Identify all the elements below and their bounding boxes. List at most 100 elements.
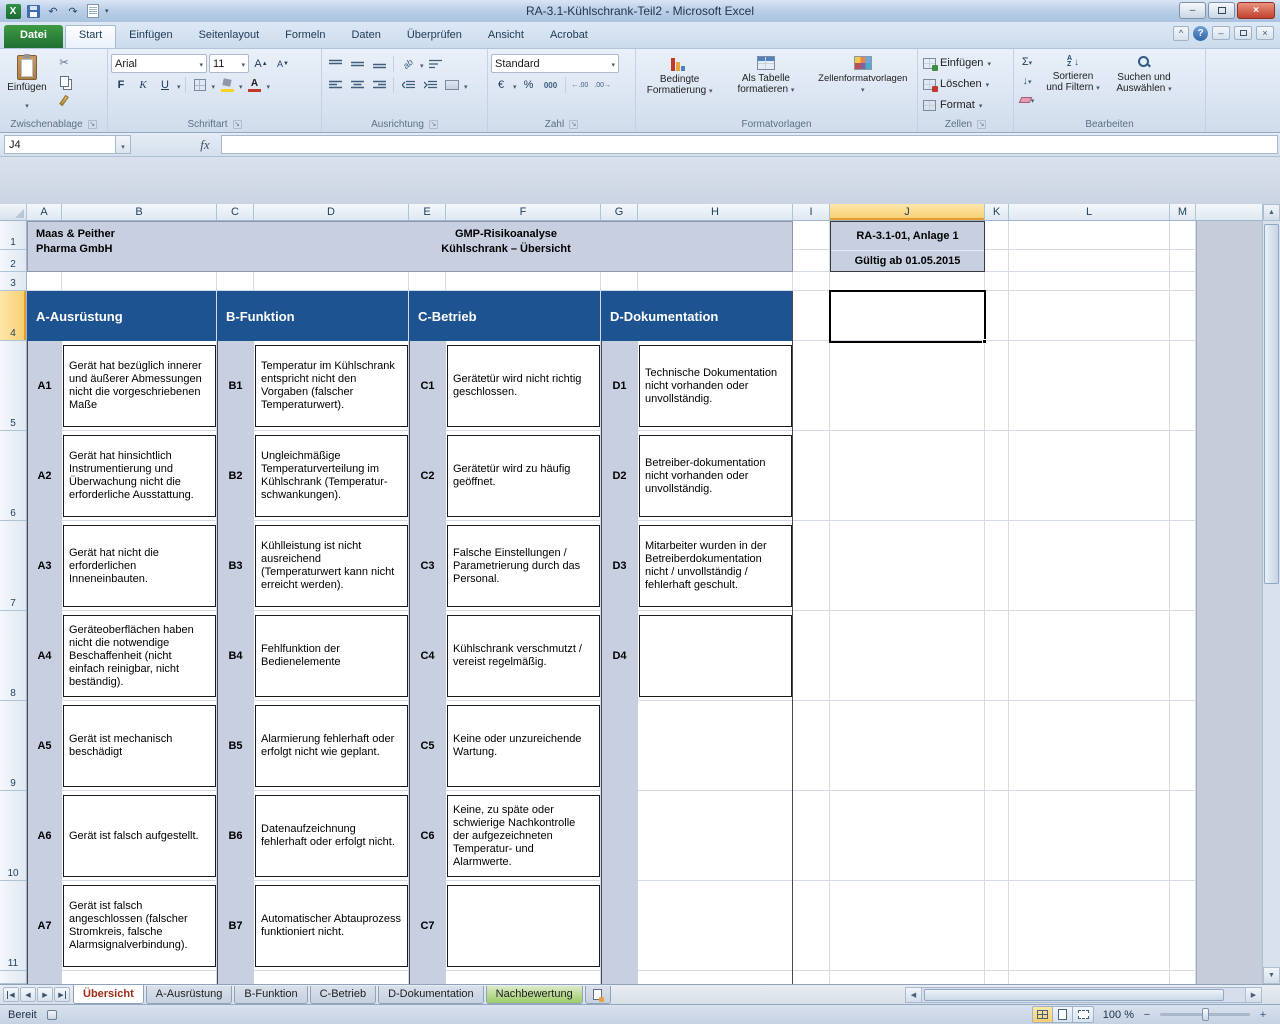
accounting-format-button[interactable]: € — [491, 76, 511, 94]
decrease-decimal-button[interactable]: .00→ — [592, 76, 613, 94]
code-cell-a1[interactable]: A1 — [27, 341, 62, 431]
sheet-tab-a-ausruestung[interactable]: A-Ausrüstung — [146, 986, 233, 1004]
text-cell-f7[interactable] — [447, 885, 600, 967]
scroll-right-button[interactable]: ▶ — [1245, 988, 1261, 1002]
code-cell-d3[interactable]: D3 — [601, 521, 638, 611]
text-cell-b3[interactable]: Gerät hat nicht die erforderlichen Innen… — [63, 525, 216, 607]
borders-dropdown[interactable] — [212, 76, 216, 94]
tab-acrobat[interactable]: Acrobat — [537, 25, 601, 48]
column-header-E[interactable]: E — [409, 204, 446, 220]
scroll-down-button[interactable]: ▼ — [1263, 967, 1280, 984]
code-cell-c2[interactable]: C2 — [409, 431, 446, 521]
percent-style-button[interactable]: % — [519, 76, 539, 94]
code-cell-c7[interactable]: C7 — [409, 881, 446, 971]
tab-formeln[interactable]: Formeln — [272, 25, 338, 48]
number-format-select[interactable]: Standard — [491, 54, 619, 73]
tab-start[interactable]: Start — [65, 25, 116, 48]
insert-worksheet-button[interactable] — [585, 986, 611, 1004]
row-header-1[interactable]: 1 — [0, 221, 26, 250]
column-header-K[interactable]: K — [985, 204, 1009, 220]
clear-button[interactable] — [1017, 91, 1037, 109]
doc-ref-block[interactable]: RA-3.1-01, Anlage 1 Gültig ab 01.05.2015 — [830, 221, 985, 272]
comma-style-button[interactable]: 000 — [541, 76, 561, 94]
row-header-10[interactable]: 10 — [0, 791, 26, 881]
align-middle-button[interactable] — [347, 55, 367, 73]
merge-center-dropdown[interactable] — [464, 76, 468, 94]
row-header-6[interactable]: 6 — [0, 431, 26, 521]
tab-seitenlayout[interactable]: Seitenlayout — [186, 25, 273, 48]
column-header-G[interactable]: G — [601, 204, 638, 220]
select-all-button[interactable] — [0, 204, 27, 220]
text-cell-f2[interactable]: Gerätetür wird zu häufig geöffnet. — [447, 435, 600, 517]
column-header-J[interactable]: J — [830, 204, 985, 220]
column-header-D[interactable]: D — [254, 204, 409, 220]
sort-filter-button[interactable]: ↓ Sortieren und Filtern — [1040, 51, 1106, 115]
wrap-text-button[interactable] — [426, 55, 446, 73]
align-right-button[interactable] — [369, 76, 389, 94]
text-cell-d5[interactable]: Alarmierung fehlerhaft oder erfolgt nich… — [255, 705, 408, 787]
row-header-9[interactable]: 9 — [0, 701, 26, 791]
sheet-tab-nachbewertung[interactable]: Nachbewertung — [486, 986, 583, 1004]
clipboard-dialog-launcher[interactable]: ↘ — [88, 120, 97, 129]
worksheet-grid[interactable]: Maas & Peither Pharma GmbH GMP-Risikoana… — [27, 221, 1262, 984]
find-select-button[interactable]: Suchen und Auswählen — [1109, 51, 1179, 115]
row-header-3[interactable]: 3 — [0, 272, 26, 291]
code-cell-a2[interactable]: A2 — [27, 431, 62, 521]
copy-button[interactable] — [54, 72, 74, 90]
page-break-view-button[interactable] — [1073, 1007, 1093, 1022]
insert-function-button[interactable]: fx — [193, 137, 217, 153]
text-cell-b2[interactable]: Gerät hat hinsichtlich Instrumentierung … — [63, 435, 216, 517]
text-cell-d7[interactable]: Automatischer Abtauprozess funktioniert … — [255, 885, 408, 967]
workbook-close-button[interactable]: × — [1256, 26, 1274, 40]
column-header-M[interactable]: M — [1170, 204, 1196, 220]
column-header-B[interactable]: B — [62, 204, 217, 220]
code-cell-a4[interactable]: A4 — [27, 611, 62, 701]
borders-button[interactable] — [190, 76, 210, 94]
zoom-level[interactable]: 100 % — [1100, 1009, 1134, 1021]
column-header-A[interactable]: A — [27, 204, 62, 220]
excel-logo-icon[interactable]: X — [6, 4, 21, 19]
text-cell-f4[interactable]: Kühlschrank verschmutzt / vereist regelm… — [447, 615, 600, 697]
macro-record-icon[interactable] — [47, 1010, 57, 1020]
text-cell-b6[interactable]: Gerät ist falsch aufgestellt. — [63, 795, 216, 877]
delete-cells-button[interactable]: Löschen — [921, 74, 993, 94]
italic-button[interactable]: K — [133, 76, 153, 94]
increase-decimal-button[interactable]: ←.00 — [570, 76, 591, 94]
decrease-indent-button[interactable] — [398, 76, 418, 94]
workbook-restore-button[interactable] — [1234, 26, 1252, 40]
minimize-ribbon-button[interactable]: ^ — [1173, 26, 1189, 41]
cell-styles-button[interactable]: Zellenformatvorlagen — [812, 51, 914, 115]
code-cell-a7[interactable]: A7 — [27, 881, 62, 971]
section-header-ausruestung[interactable]: A-Ausrüstung — [27, 291, 216, 341]
column-header-C[interactable]: C — [217, 204, 254, 220]
text-cell-f1[interactable]: Gerätetür wird nicht richtig geschlossen… — [447, 345, 600, 427]
code-cell-c3[interactable]: C3 — [409, 521, 446, 611]
scroll-left-button[interactable]: ◀ — [906, 988, 922, 1002]
code-cell-a3[interactable]: A3 — [27, 521, 62, 611]
insert-cells-button[interactable]: Einfügen — [921, 53, 993, 73]
align-left-button[interactable] — [325, 76, 345, 94]
merge-center-button[interactable] — [442, 76, 462, 94]
page-layout-view-button[interactable] — [1053, 1007, 1073, 1022]
accounting-format-dropdown[interactable] — [513, 76, 517, 94]
name-box[interactable]: J4 — [4, 135, 116, 154]
zoom-slider-thumb[interactable] — [1202, 1008, 1209, 1021]
code-cell-a5[interactable]: A5 — [27, 701, 62, 791]
help-button[interactable]: ? — [1193, 26, 1208, 41]
number-dialog-launcher[interactable]: ↘ — [569, 120, 578, 129]
section-header-funktion[interactable]: B-Funktion — [217, 291, 408, 341]
sheet-tab-uebersicht[interactable]: Übersicht — [73, 985, 144, 1004]
doc-header-block[interactable]: Maas & Peither Pharma GmbH GMP-Risikoana… — [27, 221, 793, 272]
row-header-5[interactable]: 5 — [0, 341, 26, 431]
text-cell-f3[interactable]: Falsche Einstellungen / Parametrierung d… — [447, 525, 600, 607]
align-center-button[interactable] — [347, 76, 367, 94]
increase-indent-button[interactable] — [420, 76, 440, 94]
minimize-button[interactable]: – — [1179, 2, 1206, 19]
text-cell-d6[interactable]: Datenaufzeichnung fehlerhaft oder erfolg… — [255, 795, 408, 877]
customize-qat-dropdown[interactable]: ▾ — [105, 7, 109, 15]
fill-handle[interactable] — [982, 339, 987, 344]
workbook-minimize-button[interactable]: – — [1212, 26, 1230, 40]
align-top-button[interactable] — [325, 55, 345, 73]
tab-daten[interactable]: Daten — [338, 25, 393, 48]
tab-ueberpruefen[interactable]: Überprüfen — [394, 25, 475, 48]
